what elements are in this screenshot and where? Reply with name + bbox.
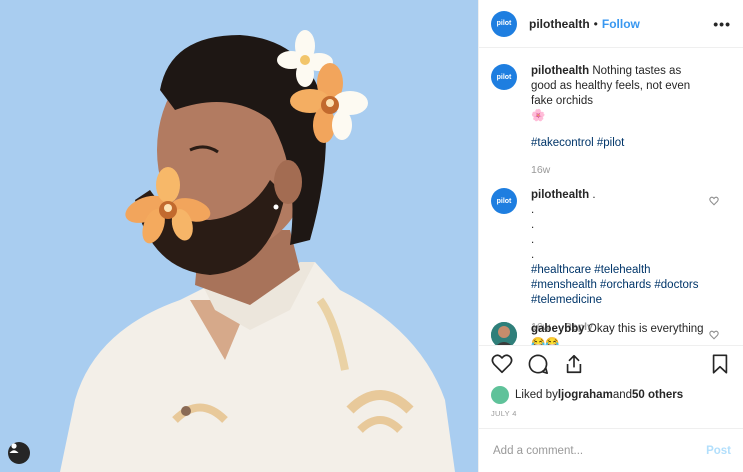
comments-list[interactable]: pilot pilothealth Nothing tastes as good…: [479, 48, 743, 345]
laughing-emoji: 😂😂: [531, 338, 560, 345]
post-comment-button[interactable]: Post: [706, 445, 731, 457]
post-date[interactable]: JULY 4: [479, 407, 743, 428]
caption-hashtags[interactable]: #takecontrol #pilot: [531, 136, 709, 151]
likes-prefix: Liked by: [515, 389, 558, 401]
comment-dot-line: .: [531, 219, 535, 231]
likes-middle: and: [612, 389, 632, 401]
comment-dot-line: .: [531, 249, 535, 261]
separator-dot: •: [593, 16, 598, 31]
username-link[interactable]: pilothealth: [529, 17, 590, 31]
comment-dot-line: .: [531, 234, 535, 246]
comment-item: gabeybby Okay this is everything 😂😂: [491, 322, 731, 345]
avatar[interactable]: [491, 322, 517, 345]
post-header: pilot pilothealth • Follow •••: [479, 0, 743, 48]
post-image[interactable]: [0, 0, 478, 472]
hashtag-line[interactable]: #telemedicine: [531, 293, 709, 308]
caption: pilot pilothealth Nothing tastes as good…: [491, 64, 731, 178]
caption-username[interactable]: pilothealth: [531, 65, 589, 77]
bookmark-icon[interactable]: [709, 353, 731, 375]
flower-emoji: 🌸: [531, 110, 546, 122]
post-sidebar: pilot pilothealth • Follow ••• pilot pil…: [478, 0, 743, 472]
avatar[interactable]: pilot: [491, 188, 517, 214]
follow-button[interactable]: Follow: [602, 17, 640, 31]
hashtag-line[interactable]: #menshealth #orchards #doctors: [531, 278, 709, 293]
likes-summary: Liked by ljograham and 50 others: [479, 381, 743, 407]
comment-text: .: [589, 189, 596, 201]
more-options-icon[interactable]: •••: [713, 16, 731, 32]
like-comment-heart-icon[interactable]: [709, 196, 719, 206]
user-avatar-icon: [491, 322, 517, 345]
heart-icon[interactable]: [491, 353, 513, 375]
comment-icon[interactable]: [527, 353, 549, 375]
comment-dot-line: .: [531, 204, 535, 216]
comment-username[interactable]: gabeybby: [531, 323, 585, 335]
add-comment-bar: Post: [479, 428, 743, 472]
avatar[interactable]: pilot: [491, 64, 517, 90]
caption-meta: 16w: [531, 163, 709, 178]
instagram-post: pilot pilothealth • Follow ••• pilot pil…: [0, 0, 743, 472]
caption-time[interactable]: 16w: [531, 164, 550, 176]
comment-username[interactable]: pilothealth: [531, 189, 589, 201]
comment-item: pilot pilothealth . . . . . #healthcare …: [491, 188, 731, 335]
post-photo: [0, 0, 478, 472]
user-tag-button[interactable]: [8, 442, 30, 464]
add-comment-input[interactable]: [491, 443, 707, 458]
like-comment-heart-icon[interactable]: [709, 330, 719, 340]
user-tag-icon: [9, 443, 19, 453]
liker-username[interactable]: ljograham: [558, 389, 613, 401]
action-bar: [479, 345, 743, 381]
avatar[interactable]: pilot: [491, 10, 517, 37]
comment-text: Okay this is everything: [587, 323, 704, 335]
liker-avatar[interactable]: [491, 386, 509, 404]
share-icon[interactable]: [563, 353, 585, 375]
likes-others-link[interactable]: 50 others: [632, 389, 683, 401]
hashtag-line[interactable]: #healthcare #telehealth: [531, 263, 709, 278]
